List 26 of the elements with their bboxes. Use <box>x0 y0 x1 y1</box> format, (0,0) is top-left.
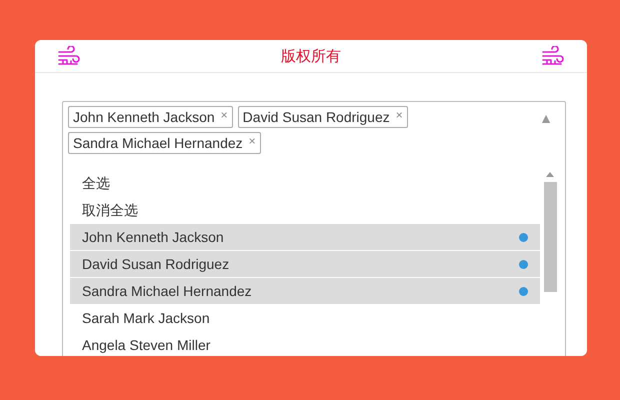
selected-dot-icon <box>519 260 528 268</box>
tag-label: Sandra Michael Hernandez <box>73 135 243 151</box>
option-item[interactable]: Sarah Mark Jackson <box>70 305 540 331</box>
option-label: Sandra Michael Hernandez <box>82 282 252 301</box>
option-item[interactable]: Angela Steven Miller <box>70 332 540 356</box>
option-label: David Susan Rodriguez <box>82 255 230 274</box>
remove-button[interactable]: × <box>242 135 256 147</box>
select-action-item[interactable]: 全选 <box>70 170 540 196</box>
wind-icon <box>541 46 565 66</box>
scroll-up-icon <box>546 172 554 177</box>
option-item[interactable]: John Kenneth Jackson <box>70 224 540 250</box>
remove-button[interactable]: × <box>390 109 403 121</box>
option-label: Sarah Mark Jackson <box>82 309 210 328</box>
multi-select-field[interactable]: John Kenneth Jackson × David Susan Rodriguez × Sandra Michael Hernandez × ▲ 全选 取消全选 John Kenneth Jackson David Susan Rodriguez Sandra Michael Hernandez Sarah Mark Jackson Angela Steven Miller <box>62 101 566 356</box>
header-title: 版权所有 <box>281 46 341 66</box>
option-label: Angela Steven Miller <box>82 336 210 355</box>
selected-dot-icon <box>519 232 528 242</box>
option-item[interactable]: Sandra Michael Hernandez <box>70 278 540 304</box>
option-item[interactable]: David Susan Rodriguez <box>70 251 540 277</box>
option-label: John Kenneth Jackson <box>82 228 224 247</box>
tag-label: John Kenneth Jackson <box>73 109 215 125</box>
selected-dot-icon <box>519 286 528 296</box>
select-action-item[interactable]: 取消全选 <box>70 197 540 223</box>
tag-label: David Susan Rodriguez <box>242 109 390 125</box>
wind-icon <box>57 46 81 66</box>
remove-button[interactable]: × <box>214 109 228 121</box>
